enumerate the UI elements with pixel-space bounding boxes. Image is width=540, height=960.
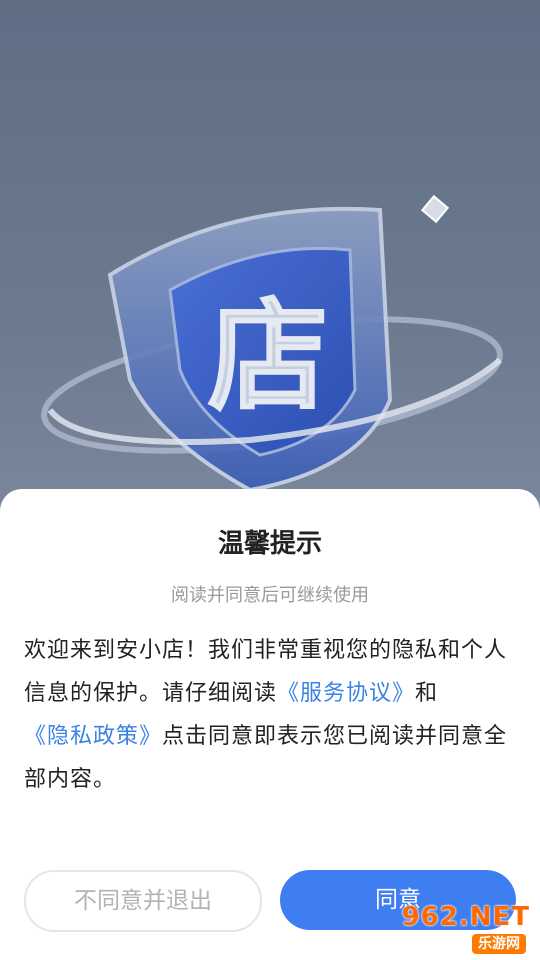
decline-exit-button[interactable]: 不同意并退出 [24, 870, 262, 932]
floating-cube [420, 194, 450, 224]
privacy-policy-link[interactable]: 《隐私政策》 [24, 724, 162, 749]
shield-hero-illustration: 店 [41, 194, 503, 493]
body-text-part2: 和 [415, 681, 439, 706]
watermark-logo-text: 962.NET [401, 902, 530, 932]
store-logo-glyph: 店 [208, 288, 328, 427]
site-watermark: 962.NET 乐游网 [402, 902, 534, 954]
dialog-title: 温馨提示 [217, 529, 322, 559]
dialog-body: 欢迎来到安小店！我们非常重视您的隐私和个人信息的保护。请仔细阅读《服务协议》和《… [24, 629, 520, 801]
app-screen: 店 温馨提示 阅读并同意后可继续使用 欢迎来到安小店！我们非常重视您的隐私和个人… [0, 0, 540, 960]
dialog-subtitle: 阅读并同意后可继续使用 [171, 585, 369, 606]
service-agreement-link[interactable]: 《服务协议》 [277, 681, 415, 706]
watermark-site-name: 乐游网 [472, 934, 526, 954]
privacy-dialog: 温馨提示 阅读并同意后可继续使用 欢迎来到安小店！我们非常重视您的隐私和个人信息… [0, 489, 540, 960]
